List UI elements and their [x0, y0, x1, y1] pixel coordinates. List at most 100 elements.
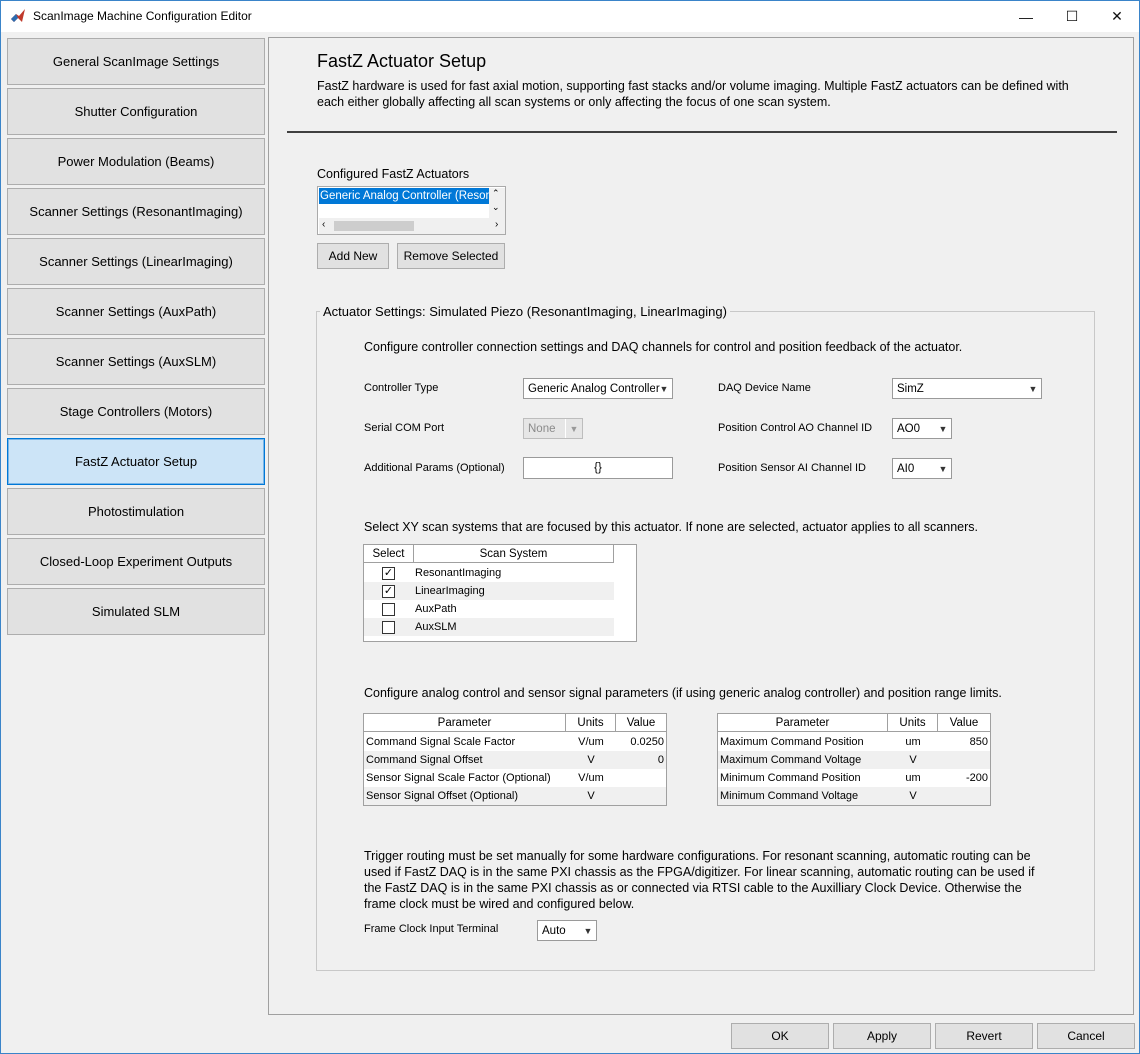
sidebar-item-label: General ScanImage Settings [52, 54, 220, 69]
ao-channel-value: AO0 [897, 422, 921, 435]
table-cell-value[interactable]: 0 [616, 751, 664, 769]
table-cell-param: Maximum Command Voltage [720, 754, 862, 766]
daq-device-label: DAQ Device Name [718, 382, 811, 394]
table-cell-value[interactable]: -200 [938, 769, 988, 787]
remove-selected-button[interactable]: Remove Selected [397, 243, 505, 269]
actuator-list-item[interactable]: Generic Analog Controller (Resonant [319, 188, 489, 204]
column-header-units[interactable]: Units [566, 714, 616, 732]
sidebar-item-label: FastZ Actuator Setup [74, 454, 198, 469]
title-bar[interactable]: ScanImage Machine Configuration Editor —… [1, 1, 1139, 32]
row-stripe [364, 618, 614, 636]
column-header-parameter[interactable]: Parameter [364, 714, 566, 732]
sidebar-item-closed-loop[interactable]: Closed-Loop Experiment Outputs [7, 538, 265, 585]
table-cell-value[interactable] [938, 751, 988, 769]
sidebar-item-label: Scanner Settings (ResonantImaging) [29, 204, 243, 219]
ai-channel-select[interactable]: AI0 ▼ [892, 458, 952, 479]
analog-intro: Configure analog control and sensor sign… [364, 686, 1002, 700]
table-cell-value[interactable]: 0.0250 [616, 733, 664, 751]
maximize-icon[interactable]: ☐ [1049, 1, 1095, 32]
sidebar-item-scanner-linear[interactable]: Scanner Settings (LinearImaging) [7, 238, 265, 285]
ao-channel-select[interactable]: AO0 ▼ [892, 418, 952, 439]
window-title: ScanImage Machine Configuration Editor [33, 9, 252, 23]
serial-com-value: None [528, 422, 556, 435]
column-header-units[interactable]: Units [888, 714, 938, 732]
sidebar-item-power-modulation[interactable]: Power Modulation (Beams) [7, 138, 265, 185]
checkbox-auxpath[interactable] [382, 603, 395, 616]
table-cell-units: V [587, 790, 595, 802]
table-cell-units: V [587, 754, 595, 766]
sidebar-item-fastz[interactable]: FastZ Actuator Setup [7, 438, 265, 485]
table-row: AuxPath [415, 603, 457, 615]
scroll-thumb[interactable] [334, 221, 414, 231]
daq-device-select[interactable]: SimZ ▼ [892, 378, 1042, 399]
table-cell-value[interactable] [616, 769, 664, 787]
sidebar-item-shutter[interactable]: Shutter Configuration [7, 88, 265, 135]
chevron-down-icon: ▼ [655, 379, 672, 398]
frame-clock-label: Frame Clock Input Terminal [364, 923, 499, 935]
column-header-value[interactable]: Value [616, 714, 666, 732]
close-icon[interactable]: ✕ [1094, 1, 1140, 32]
sidebar-item-scanner-auxpath[interactable]: Scanner Settings (AuxPath) [7, 288, 265, 335]
controller-type-select[interactable]: Generic Analog Controller ▼ [523, 378, 673, 399]
ok-button[interactable]: OK [731, 1023, 829, 1049]
chevron-down-icon: ▼ [579, 921, 596, 940]
frame-clock-value: Auto [542, 924, 566, 937]
sidebar-item-simulated-slm[interactable]: Simulated SLM [7, 588, 265, 635]
sidebar-item-label: Scanner Settings (LinearImaging) [39, 254, 233, 269]
table-cell-value[interactable]: 850 [938, 733, 988, 751]
column-header-parameter[interactable]: Parameter [718, 714, 888, 732]
revert-button[interactable]: Revert [935, 1023, 1033, 1049]
apply-button[interactable]: Apply [833, 1023, 931, 1049]
actuators-listbox[interactable]: Generic Analog Controller (Resonant ⌃ ⌄ … [317, 186, 506, 235]
signal-params-table[interactable]: Parameter Units Value Command Signal Sca… [363, 713, 667, 806]
frame-clock-select[interactable]: Auto ▼ [537, 920, 597, 941]
sidebar-item-photostimulation[interactable]: Photostimulation [7, 488, 265, 535]
position-limits-table[interactable]: Parameter Units Value Maximum Command Po… [717, 713, 991, 806]
controller-type-value: Generic Analog Controller [528, 382, 660, 395]
table-cell-units: um [905, 772, 921, 784]
table-cell-units: V/um [578, 772, 604, 784]
table-cell-units: V/um [578, 736, 604, 748]
scroll-left-icon[interactable]: ‹ [322, 219, 325, 230]
checkbox-resonantimaging[interactable]: ✓ [382, 567, 395, 580]
additional-params-label: Additional Params (Optional) [364, 462, 505, 474]
chevron-down-icon: ▼ [934, 459, 951, 478]
table-cell-param: Maximum Command Position [720, 736, 864, 748]
cancel-button[interactable]: Cancel [1037, 1023, 1135, 1049]
column-header-value[interactable]: Value [938, 714, 990, 732]
matlab-icon [11, 9, 25, 22]
minimize-icon[interactable]: — [1003, 1, 1049, 32]
table-cell-units: V [909, 754, 917, 766]
actuator-settings-title: Actuator Settings: Simulated Piezo (Reso… [320, 304, 730, 319]
add-new-button[interactable]: Add New [317, 243, 389, 269]
horizontal-scrollbar[interactable]: ‹ › [319, 218, 505, 234]
ao-channel-label: Position Control AO Channel ID [718, 422, 873, 434]
table-cell-value[interactable] [938, 787, 988, 805]
controller-type-label: Controller Type [364, 382, 439, 394]
table-cell-param: Command Signal Offset [366, 754, 483, 766]
scan-systems-table[interactable]: Select Scan System ✓ ResonantImaging ✓ L… [363, 544, 637, 642]
table-cell-value[interactable] [616, 787, 664, 805]
checkbox-linearimaging[interactable]: ✓ [382, 585, 395, 598]
checkbox-auxslm[interactable] [382, 621, 395, 634]
serial-com-label: Serial COM Port [364, 422, 445, 434]
sidebar-item-stage-controllers[interactable]: Stage Controllers (Motors) [7, 388, 265, 435]
column-header-select[interactable]: Select [364, 545, 414, 563]
sidebar-item-label: Shutter Configuration [74, 104, 198, 119]
table-cell-param: Sensor Signal Scale Factor (Optional) [366, 772, 551, 784]
scroll-right-icon[interactable]: › [495, 219, 498, 230]
actuators-list-label: Configured FastZ Actuators [317, 167, 470, 181]
scroll-up-icon[interactable]: ⌃ [492, 188, 500, 199]
sidebar-item-scanner-auxslm[interactable]: Scanner Settings (AuxSLM) [7, 338, 265, 385]
sidebar-item-scanner-resonant[interactable]: Scanner Settings (ResonantImaging) [7, 188, 265, 235]
page-title: FastZ Actuator Setup [317, 51, 487, 71]
app-window: ScanImage Machine Configuration Editor —… [0, 0, 1140, 1054]
vertical-scrollbar[interactable]: ⌃ ⌄ [489, 188, 505, 218]
sidebar-item-general-settings[interactable]: General ScanImage Settings [7, 38, 265, 85]
chevron-down-icon: ▼ [1024, 379, 1041, 398]
table-row: ResonantImaging [415, 567, 502, 579]
scroll-down-icon[interactable]: ⌄ [492, 202, 500, 213]
additional-params-input[interactable]: {} [523, 457, 673, 479]
serial-com-select[interactable]: None ▼ [523, 418, 583, 439]
column-header-scan-system[interactable]: Scan System [414, 545, 614, 563]
